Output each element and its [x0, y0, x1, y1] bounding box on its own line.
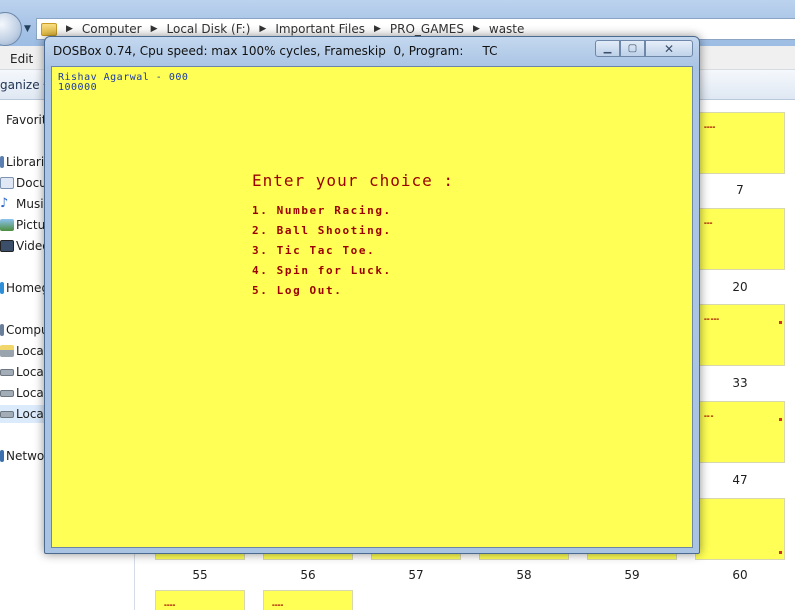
breadcrumb-important-files[interactable]: Important Files: [275, 22, 365, 36]
nav-videos[interactable]: Video: [0, 237, 50, 255]
videos-icon: [0, 240, 14, 252]
chevron-right-icon[interactable]: ▶: [259, 24, 266, 34]
drive-icon: [0, 345, 14, 357]
nav-libraries-label: Librari: [6, 155, 45, 169]
thumbnail-text: ▬▬▬: [704, 221, 713, 225]
minimize-icon: ▁: [603, 43, 612, 54]
nav-local-disk-2[interactable]: Local: [0, 363, 47, 381]
thumbnail-marker: [779, 418, 782, 421]
nav-local-disk-2-label: Local: [16, 365, 48, 379]
window-title: DOSBox 0.74, Cpu speed: max 100% cycles,…: [53, 44, 498, 58]
breadcrumb-pro-games[interactable]: PRO_GAMES: [390, 22, 464, 36]
menu-prompt: Enter your choice :: [252, 171, 455, 190]
nav-local-disk-3[interactable]: Local: [0, 384, 47, 402]
close-icon: ✕: [663, 41, 675, 56]
libraries-icon: [0, 156, 4, 168]
thumbnail-text: ▬▬▬▬: [164, 603, 176, 607]
drive-icon: [0, 368, 14, 376]
file-label[interactable]: 59: [587, 568, 677, 582]
nav-computer[interactable]: Compu: [0, 321, 49, 339]
nav-favorites-label: Favorit: [6, 113, 47, 127]
drive-icon: [0, 410, 14, 418]
menu-option-ball-shooting[interactable]: 2. Ball Shooting.: [252, 224, 392, 237]
chevron-right-icon[interactable]: ▶: [473, 24, 480, 34]
file-label[interactable]: 7: [695, 183, 785, 197]
file-thumbnail[interactable]: ▬▬▬▬: [695, 112, 785, 174]
file-label[interactable]: 56: [263, 568, 353, 582]
chevron-right-icon[interactable]: ▶: [374, 24, 381, 34]
computer-icon: [0, 324, 4, 336]
thumbnail-marker: [779, 551, 782, 554]
nav-documents[interactable]: Docu: [0, 174, 47, 192]
file-label[interactable]: 60: [695, 568, 785, 582]
nav-homegroup[interactable]: Homeg: [0, 279, 49, 297]
drive-icon: [0, 389, 14, 397]
file-label[interactable]: 58: [479, 568, 569, 582]
file-thumbnail[interactable]: ▬▬▬: [695, 208, 785, 270]
thumbnail-text: ▬▬ ▬▬▬: [704, 317, 720, 321]
maximize-icon: ▢: [627, 43, 638, 54]
nav-favorites[interactable]: Favorit: [6, 111, 47, 129]
nav-network-label: Netwo: [6, 449, 45, 463]
file-label[interactable]: 57: [371, 568, 461, 582]
thumbnail-marker: [779, 321, 782, 324]
file-label[interactable]: 20: [695, 280, 785, 294]
player-score: 100000: [58, 82, 98, 93]
menu-option-log-out[interactable]: 5. Log Out.: [252, 284, 342, 297]
minimize-button[interactable]: ▁: [595, 40, 620, 57]
file-thumbnail[interactable]: ▬▬ ▬: [695, 401, 785, 463]
chevron-right-icon[interactable]: ▶: [66, 24, 73, 34]
file-thumbnail[interactable]: ▬▬▬▬: [155, 590, 245, 610]
file-thumbnail[interactable]: [695, 498, 785, 560]
back-button[interactable]: [0, 12, 22, 46]
menu-option-tic-tac-toe[interactable]: 3. Tic Tac Toe.: [252, 244, 375, 257]
thumbnail-text: ▬▬▬▬: [272, 603, 284, 607]
organize-button[interactable]: ganize ▼: [0, 78, 50, 92]
recent-pages-dropdown-icon[interactable]: ▼: [24, 24, 31, 34]
dosbox-window: DOSBox 0.74, Cpu speed: max 100% cycles,…: [44, 36, 700, 554]
organize-label: ganize: [0, 78, 40, 92]
nav-documents-label: Docu: [16, 176, 47, 190]
file-thumbnail[interactable]: ▬▬ ▬▬▬: [695, 304, 785, 366]
nav-computer-label: Compu: [6, 323, 49, 337]
nav-homegroup-label: Homeg: [6, 281, 50, 295]
nav-local-disk-1[interactable]: Local: [0, 342, 47, 360]
breadcrumb-local-disk[interactable]: Local Disk (F:): [167, 22, 251, 36]
pictures-icon: [0, 219, 14, 231]
nav-pictures-label: Pictu: [16, 218, 46, 232]
close-button[interactable]: ✕: [645, 40, 693, 57]
nav-local-disk-1-label: Local: [16, 344, 48, 358]
nav-local-disk-3-label: Local: [16, 386, 48, 400]
music-icon: ♪: [0, 196, 9, 211]
dos-screen[interactable]: Rishav Agarwal - 000 100000 Enter your c…: [51, 66, 693, 548]
folder-icon: [41, 22, 57, 36]
breadcrumb-waste[interactable]: waste: [489, 22, 525, 36]
menu-option-spin-for-luck[interactable]: 4. Spin for Luck.: [252, 264, 392, 277]
network-icon: [0, 450, 4, 462]
nav-music[interactable]: ♪ Musi: [0, 195, 44, 213]
file-thumbnail[interactable]: ▬▬▬▬: [263, 590, 353, 610]
chevron-right-icon[interactable]: ▶: [151, 24, 158, 34]
documents-icon: [0, 177, 14, 189]
nav-libraries[interactable]: Librari: [0, 153, 44, 171]
nav-music-label: Musi: [16, 197, 44, 211]
homegroup-icon: [0, 282, 4, 294]
menu-edit[interactable]: Edit: [10, 52, 33, 66]
nav-pictures[interactable]: Pictu: [0, 216, 45, 234]
file-label[interactable]: 55: [155, 568, 245, 582]
file-label[interactable]: 47: [695, 473, 785, 487]
menu-option-number-racing[interactable]: 1. Number Racing.: [252, 204, 392, 217]
thumbnail-text: ▬▬ ▬: [704, 414, 714, 418]
file-label[interactable]: 33: [695, 376, 785, 390]
thumbnail-text: ▬▬▬▬: [704, 125, 716, 129]
nav-local-disk-4-label: Local: [16, 407, 48, 421]
maximize-button[interactable]: ▢: [620, 40, 645, 57]
breadcrumb-computer[interactable]: Computer: [82, 22, 142, 36]
nav-network[interactable]: Netwo: [0, 447, 44, 465]
